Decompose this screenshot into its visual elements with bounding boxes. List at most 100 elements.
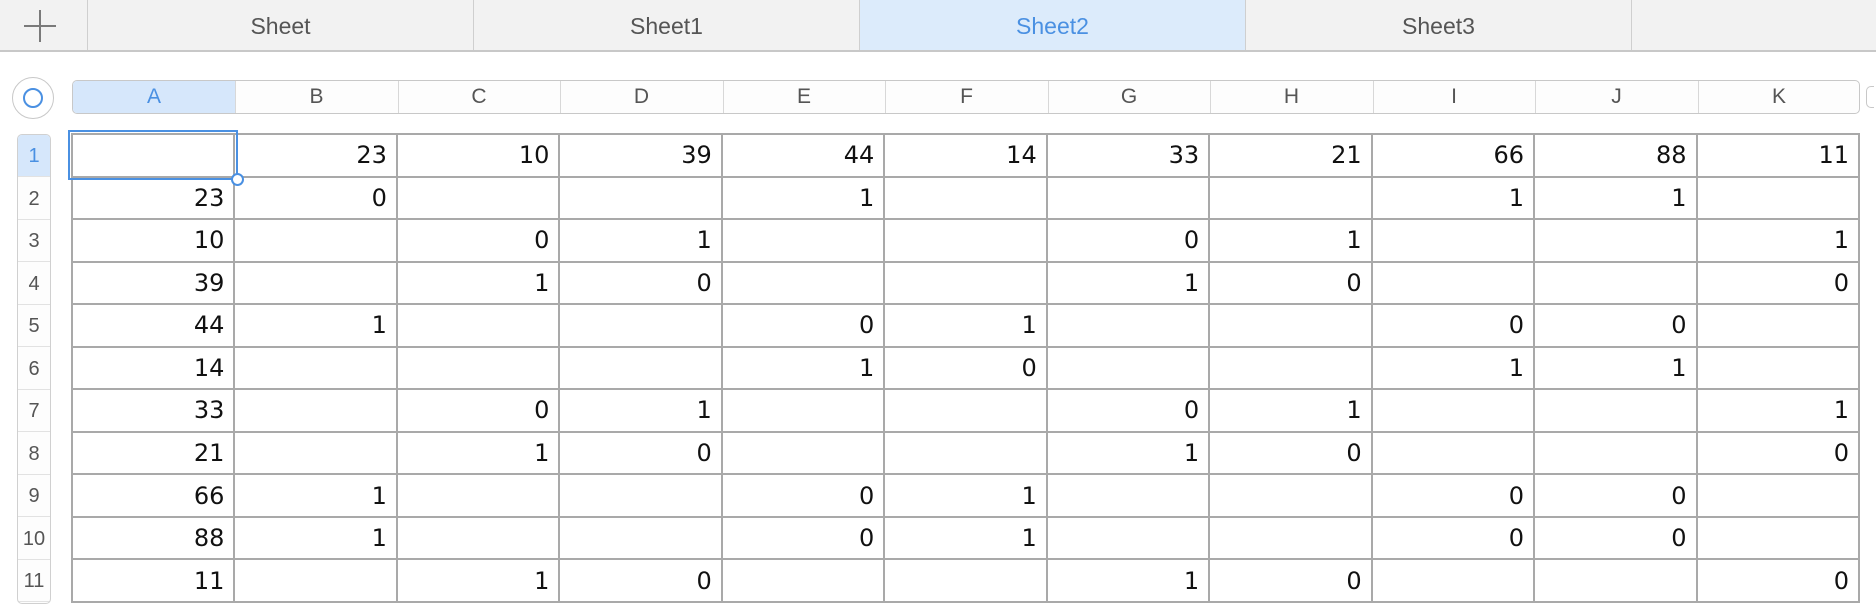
cell-b1[interactable]: 23 bbox=[233, 133, 398, 178]
cell-d1[interactable]: 39 bbox=[558, 133, 723, 178]
row-header-6[interactable]: 6 bbox=[18, 348, 50, 390]
row-header-11[interactable]: 11 bbox=[18, 560, 50, 602]
cell-f10[interactable]: 1 bbox=[883, 515, 1048, 561]
row-header-10[interactable]: 10 bbox=[18, 518, 50, 560]
row-header-8[interactable]: 8 bbox=[18, 433, 50, 475]
cell-f7[interactable] bbox=[883, 388, 1048, 433]
cell-k6[interactable] bbox=[1695, 345, 1861, 391]
cell-g5[interactable] bbox=[1045, 303, 1211, 348]
cell-b5[interactable]: 1 bbox=[233, 303, 398, 348]
cell-d2[interactable] bbox=[558, 175, 723, 221]
cell-c6[interactable] bbox=[395, 345, 561, 391]
row-header-2[interactable]: 2 bbox=[18, 178, 50, 220]
cell-d8[interactable]: 0 bbox=[558, 430, 723, 476]
cell-b3[interactable] bbox=[233, 218, 398, 263]
column-header-j[interactable]: J bbox=[1536, 81, 1699, 113]
cell-j6[interactable]: 1 bbox=[1533, 345, 1698, 391]
cell-f9[interactable]: 1 bbox=[883, 473, 1048, 518]
cell-c5[interactable] bbox=[395, 303, 561, 348]
cell-c4[interactable]: 1 bbox=[395, 260, 561, 306]
cell-k7[interactable]: 1 bbox=[1695, 388, 1861, 433]
cell-j5[interactable]: 0 bbox=[1533, 303, 1698, 348]
cell-h10[interactable] bbox=[1208, 515, 1373, 561]
tab-sheet1[interactable]: Sheet1 bbox=[474, 0, 860, 50]
cell-j7[interactable] bbox=[1533, 388, 1698, 433]
cell-d7[interactable]: 1 bbox=[558, 388, 723, 433]
cell-j8[interactable] bbox=[1533, 430, 1698, 476]
column-header-f[interactable]: F bbox=[886, 81, 1049, 113]
select-all-button[interactable] bbox=[12, 77, 54, 119]
cell-i3[interactable] bbox=[1370, 218, 1536, 263]
cell-g10[interactable] bbox=[1045, 515, 1211, 561]
cell-j2[interactable]: 1 bbox=[1533, 175, 1698, 221]
cell-a2[interactable]: 23 bbox=[70, 175, 236, 221]
cell-h11[interactable]: 0 bbox=[1208, 558, 1373, 603]
cell-k5[interactable] bbox=[1695, 303, 1861, 348]
cell-k2[interactable] bbox=[1695, 175, 1861, 221]
cell-k8[interactable]: 0 bbox=[1695, 430, 1861, 476]
cell-a6[interactable]: 14 bbox=[70, 345, 236, 391]
column-header-k[interactable]: K bbox=[1698, 81, 1859, 113]
cell-b11[interactable] bbox=[233, 558, 398, 603]
tab-sheet2[interactable]: Sheet2 bbox=[860, 0, 1246, 50]
cell-e5[interactable]: 0 bbox=[720, 303, 886, 348]
cell-f4[interactable] bbox=[883, 260, 1048, 306]
cell-f11[interactable] bbox=[883, 558, 1048, 603]
cell-a9[interactable]: 66 bbox=[70, 473, 236, 518]
cell-g2[interactable] bbox=[1045, 175, 1211, 221]
cell-e8[interactable] bbox=[720, 430, 886, 476]
cell-d10[interactable] bbox=[558, 515, 723, 561]
cell-e3[interactable] bbox=[720, 218, 886, 263]
column-header-h[interactable]: H bbox=[1211, 81, 1374, 113]
cell-i5[interactable]: 0 bbox=[1370, 303, 1536, 348]
cell-g4[interactable]: 1 bbox=[1045, 260, 1211, 306]
cell-e2[interactable]: 1 bbox=[720, 175, 886, 221]
row-header-7[interactable]: 7 bbox=[18, 390, 50, 432]
cell-i9[interactable]: 0 bbox=[1370, 473, 1536, 518]
cell-f1[interactable]: 14 bbox=[883, 133, 1048, 178]
cell-e7[interactable] bbox=[720, 388, 886, 433]
tab-sheet3[interactable]: Sheet3 bbox=[1246, 0, 1632, 50]
cell-g9[interactable] bbox=[1045, 473, 1211, 518]
cell-c2[interactable] bbox=[395, 175, 561, 221]
cell-c3[interactable]: 0 bbox=[395, 218, 561, 263]
cell-c8[interactable]: 1 bbox=[395, 430, 561, 476]
cell-e11[interactable] bbox=[720, 558, 886, 603]
column-header-c[interactable]: C bbox=[398, 81, 561, 113]
cell-k10[interactable] bbox=[1695, 515, 1861, 561]
cell-a3[interactable]: 10 bbox=[70, 218, 236, 263]
cell-c1[interactable]: 10 bbox=[395, 133, 561, 178]
cell-d4[interactable]: 0 bbox=[558, 260, 723, 306]
cell-e9[interactable]: 0 bbox=[720, 473, 886, 518]
cell-d9[interactable] bbox=[558, 473, 723, 518]
row-header-1[interactable]: 1 bbox=[18, 135, 50, 177]
cell-g11[interactable]: 1 bbox=[1045, 558, 1211, 603]
cell-b6[interactable] bbox=[233, 345, 398, 391]
cell-f5[interactable]: 1 bbox=[883, 303, 1048, 348]
cell-i6[interactable]: 1 bbox=[1370, 345, 1536, 391]
cell-i10[interactable]: 0 bbox=[1370, 515, 1536, 561]
cell-f8[interactable] bbox=[883, 430, 1048, 476]
cell-g1[interactable]: 33 bbox=[1045, 133, 1211, 178]
cell-b10[interactable]: 1 bbox=[233, 515, 398, 561]
cell-g3[interactable]: 0 bbox=[1045, 218, 1211, 263]
selection-resize-handle[interactable] bbox=[231, 173, 244, 186]
cell-j3[interactable] bbox=[1533, 218, 1698, 263]
cell-f6[interactable]: 0 bbox=[883, 345, 1048, 391]
cell-b9[interactable]: 1 bbox=[233, 473, 398, 518]
cell-b8[interactable] bbox=[233, 430, 398, 476]
cell-k4[interactable]: 0 bbox=[1695, 260, 1861, 306]
cell-g8[interactable]: 1 bbox=[1045, 430, 1211, 476]
column-header-d[interactable]: D bbox=[561, 81, 724, 113]
cell-h6[interactable] bbox=[1208, 345, 1373, 391]
cell-j9[interactable]: 0 bbox=[1533, 473, 1698, 518]
cell-f2[interactable] bbox=[883, 175, 1048, 221]
cell-c10[interactable] bbox=[395, 515, 561, 561]
cell-d6[interactable] bbox=[558, 345, 723, 391]
add-sheet-button[interactable] bbox=[0, 0, 88, 50]
cell-h8[interactable]: 0 bbox=[1208, 430, 1373, 476]
cell-h3[interactable]: 1 bbox=[1208, 218, 1373, 263]
cell-e6[interactable]: 1 bbox=[720, 345, 886, 391]
cell-a8[interactable]: 21 bbox=[70, 430, 236, 476]
column-header-g[interactable]: G bbox=[1048, 81, 1211, 113]
